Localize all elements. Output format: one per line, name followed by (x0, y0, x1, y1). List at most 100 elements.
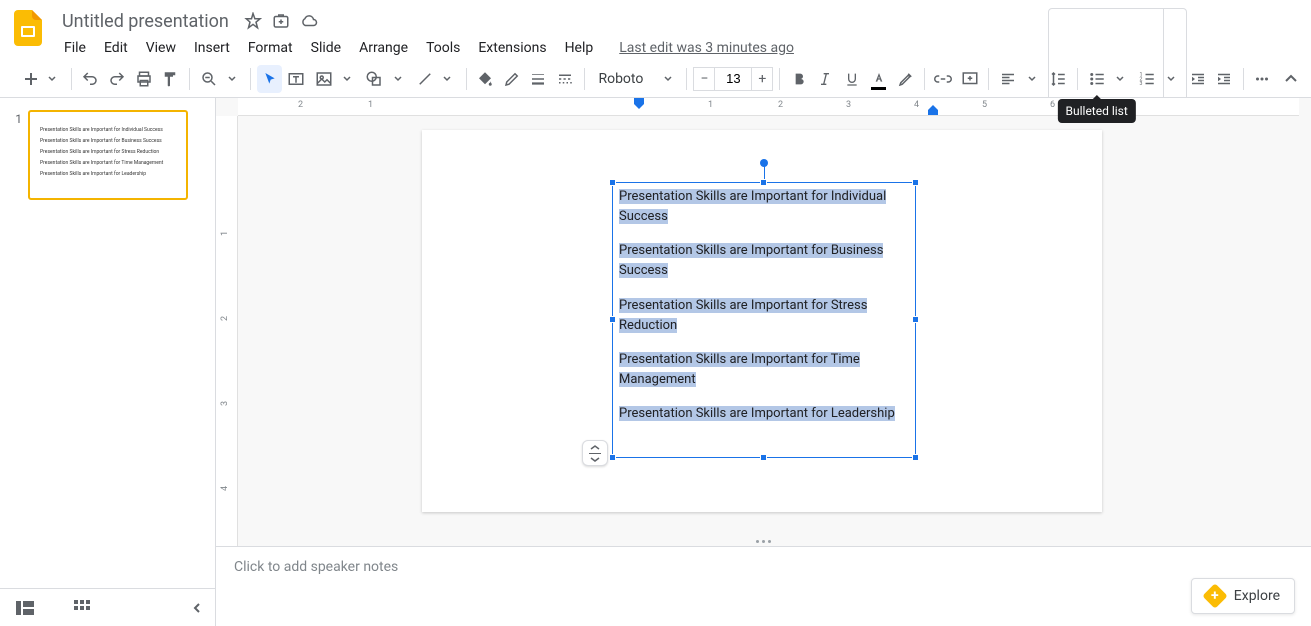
image-dropdown[interactable] (335, 65, 360, 93)
font-size-decrease[interactable]: − (693, 67, 715, 91)
menu-view[interactable]: View (138, 36, 184, 60)
thumb-text: Presentation Skills are Important for In… (40, 126, 176, 134)
zoom-dropdown[interactable] (220, 65, 245, 93)
resize-handle-br[interactable] (912, 454, 919, 461)
document-title[interactable]: Untitled presentation (56, 9, 235, 34)
thumb-text: Presentation Skills are Important for Le… (40, 170, 176, 178)
font-size-group: − + (693, 67, 773, 91)
resize-handle-tm[interactable] (760, 179, 767, 186)
collapse-toolbar-button[interactable] (1278, 65, 1303, 93)
insert-link-button[interactable] (931, 65, 956, 93)
resize-handle-tl[interactable] (609, 179, 616, 186)
new-slide-dropdown[interactable] (40, 65, 65, 93)
menu-insert[interactable]: Insert (186, 36, 238, 60)
image-tool[interactable] (311, 65, 337, 93)
ruler-tick: 2 (778, 100, 783, 110)
textbox-tool[interactable] (284, 65, 309, 93)
redo-button[interactable] (104, 65, 129, 93)
title-area: Untitled presentation File Edit View Ins… (56, 8, 944, 60)
ruler-tick: 6 (1050, 100, 1055, 110)
align-dropdown[interactable] (1019, 65, 1044, 93)
fill-color-button[interactable] (473, 65, 498, 93)
rotate-handle[interactable] (760, 159, 768, 167)
ruler-tick: 2 (298, 100, 303, 110)
cloud-icon[interactable] (299, 11, 319, 31)
resize-handle-bm[interactable] (760, 454, 767, 461)
bulleted-list-tooltip: Bulleted list (1058, 99, 1136, 123)
bulleted-list-dropdown[interactable] (1108, 65, 1133, 93)
notes-splitter[interactable] (216, 536, 1311, 546)
autofit-grip[interactable] (582, 440, 608, 466)
resize-handle-bl[interactable] (609, 454, 616, 461)
border-dash-button[interactable] (553, 65, 578, 93)
slide-number: 1 (8, 110, 22, 200)
menu-bar: File Edit View Insert Format Slide Arran… (56, 36, 944, 60)
insert-comment-button[interactable] (958, 65, 983, 93)
grid-view-icon[interactable] (74, 600, 90, 616)
app-header: Untitled presentation File Edit View Ins… (0, 0, 1311, 60)
font-family-value: Roboto (598, 71, 643, 87)
svg-text:3: 3 (1140, 81, 1143, 87)
slide-text-line: Presentation Skills are Important for Le… (619, 406, 895, 421)
last-edit-link[interactable]: Last edit was 3 minutes ago (611, 36, 802, 60)
decrease-indent-button[interactable] (1185, 65, 1210, 93)
border-weight-button[interactable] (526, 65, 551, 93)
line-tool[interactable] (412, 65, 437, 93)
underline-button[interactable] (840, 65, 865, 93)
horizontal-ruler[interactable]: 2 1 1 2 3 4 5 6 (238, 98, 1299, 116)
menu-tools[interactable]: Tools (418, 36, 468, 60)
menu-format[interactable]: Format (240, 36, 301, 60)
line-dropdown[interactable] (435, 65, 460, 93)
filmstrip-view-icon[interactable] (16, 601, 34, 615)
speaker-notes[interactable]: Click to add speaker notes (216, 546, 1311, 626)
explore-label: Explore (1234, 588, 1280, 604)
numbered-list-dropdown[interactable] (1158, 65, 1183, 93)
star-icon[interactable] (243, 11, 263, 31)
bold-button[interactable] (786, 65, 811, 93)
ruler-tick: 3 (846, 100, 851, 110)
textbox-content[interactable]: Presentation Skills are Important for In… (613, 183, 915, 428)
menu-file[interactable]: File (56, 36, 94, 60)
font-family-select[interactable]: Roboto (590, 66, 680, 92)
line-spacing-button[interactable] (1046, 65, 1071, 93)
font-size-input[interactable] (715, 67, 751, 91)
move-icon[interactable] (271, 11, 291, 31)
ruler-tick: 1 (708, 100, 713, 110)
align-button[interactable] (995, 65, 1021, 93)
resize-handle-ml[interactable] (609, 316, 616, 323)
menu-slide[interactable]: Slide (303, 36, 349, 60)
print-button[interactable] (131, 65, 156, 93)
menu-arrange[interactable]: Arrange (351, 36, 416, 60)
border-color-button[interactable] (499, 65, 524, 93)
shape-dropdown[interactable] (385, 65, 410, 93)
highlight-button[interactable] (893, 65, 918, 93)
menu-help[interactable]: Help (557, 36, 602, 60)
shape-tool[interactable] (361, 65, 387, 93)
ruler-tick: 1 (368, 100, 373, 110)
menu-extensions[interactable]: Extensions (470, 36, 554, 60)
explore-button[interactable]: + Explore (1191, 578, 1295, 614)
slide-canvas[interactable]: Presentation Skills are Important for In… (422, 130, 1102, 512)
indent-marker-right[interactable] (928, 105, 938, 115)
selected-textbox[interactable]: Presentation Skills are Important for In… (612, 182, 916, 458)
select-tool[interactable] (257, 65, 282, 93)
slide-text-line: Presentation Skills are Important for St… (619, 298, 867, 333)
increase-indent-button[interactable] (1212, 65, 1237, 93)
indent-marker-left[interactable] (634, 98, 644, 112)
resize-handle-tr[interactable] (912, 179, 919, 186)
text-color-button[interactable] (866, 65, 891, 93)
zoom-button[interactable] (196, 65, 222, 93)
new-slide-button[interactable] (20, 65, 42, 93)
slides-logo[interactable] (8, 8, 48, 48)
numbered-list-button[interactable]: 123 (1134, 65, 1160, 93)
italic-button[interactable] (813, 65, 838, 93)
resize-handle-mr[interactable] (912, 316, 919, 323)
more-options-button[interactable] (1250, 65, 1275, 93)
undo-button[interactable] (78, 65, 103, 93)
menu-edit[interactable]: Edit (96, 36, 136, 60)
slide-thumbnail[interactable]: Presentation Skills are Important for In… (28, 110, 188, 200)
paint-format-button[interactable] (158, 65, 183, 93)
bulleted-list-button[interactable]: Bulleted list (1084, 65, 1110, 93)
font-size-increase[interactable]: + (751, 67, 773, 91)
collapse-filmstrip-icon[interactable] (191, 602, 203, 614)
